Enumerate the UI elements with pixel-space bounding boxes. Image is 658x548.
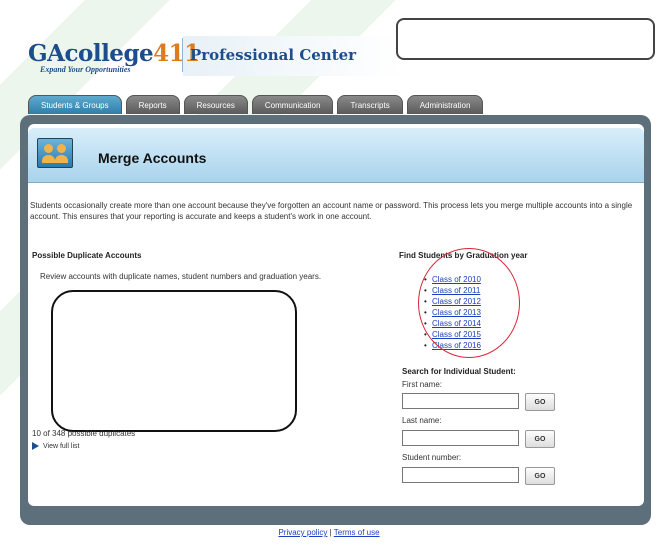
page-footer: Privacy policy | Terms of use [0,528,658,537]
view-full-list-link[interactable]: View full list [32,442,79,450]
first-name-input[interactable] [402,393,519,409]
duplicates-list-box [51,290,297,432]
arrow-right-icon [32,442,39,450]
student-number-input[interactable] [402,467,519,483]
tab-students-groups[interactable]: Students & Groups [28,95,122,114]
view-full-list-label: View full list [43,442,80,450]
header-divider [182,38,183,72]
footer-separator: | [329,528,332,537]
search-heading: Search for Individual Student: [402,367,516,376]
last-name-go-button[interactable]: GO [525,430,555,448]
duplicates-heading: Possible Duplicate Accounts [32,251,142,260]
site-logo[interactable]: GAcollege411 Expand Your Opportunities [28,40,200,74]
tab-communication[interactable]: Communication [251,95,334,114]
first-name-go-button[interactable]: GO [525,393,555,411]
header-callout-box [396,18,655,60]
first-name-label: First name: [402,380,443,389]
last-name-input[interactable] [402,430,519,446]
last-name-label: Last name: [402,416,442,425]
intro-text: Students occasionally create more than o… [30,201,633,221]
highlight-circle [418,248,520,358]
student-number-go-button[interactable]: GO [525,467,555,485]
tab-resources[interactable]: Resources [183,95,248,114]
page-title: Merge Accounts [98,150,207,166]
logo-wordmark: GAcollege411 [28,40,200,67]
center-title: Professional Center [190,46,357,64]
duplicates-description: Review accounts with duplicate names, st… [40,272,322,281]
tab-transcripts[interactable]: Transcripts [337,95,403,114]
student-number-label: Student number: [402,453,462,462]
site-header: GAcollege411 Expand Your Opportunities P… [0,0,658,90]
privacy-policy-link[interactable]: Privacy policy [278,528,327,537]
logo-text: GAcollege [28,40,154,67]
terms-of-use-link[interactable]: Terms of use [334,528,380,537]
main-panel: Merge Accounts Students occasionally cre… [28,124,644,506]
duplicates-count: 10 of 348 possible duplicates [32,429,136,438]
tab-reports[interactable]: Reports [125,95,180,114]
tab-administration[interactable]: Administration [406,95,484,114]
main-nav-tabs: Students & Groups Reports Resources Comm… [28,95,484,115]
page-title-bar: Merge Accounts [28,128,644,183]
people-icon [37,138,73,168]
